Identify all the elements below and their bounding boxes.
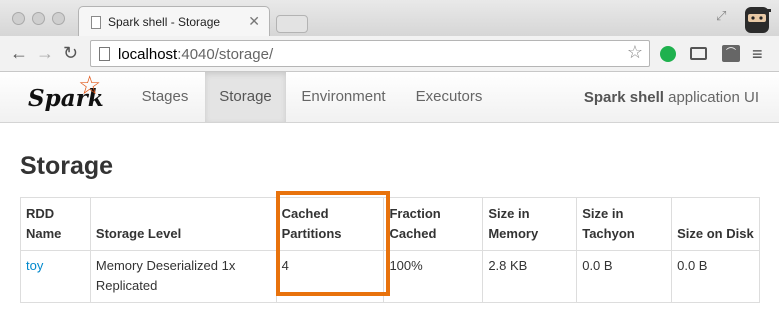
page-title: Storage bbox=[20, 152, 114, 180]
reload-icon[interactable]: ↻ bbox=[63, 44, 78, 62]
storage-level-cell: Memory Deserialized 1x Replicated bbox=[89, 250, 277, 303]
size-on-disk-cell: 0.0 B bbox=[671, 250, 760, 303]
rdd-name-cell: toy bbox=[20, 250, 91, 303]
column-header-storage-level[interactable]: Storage Level bbox=[89, 197, 277, 251]
close-icon[interactable]: ✕ bbox=[248, 13, 260, 30]
back-arrow-icon[interactable]: ← bbox=[10, 44, 28, 62]
browser-toolbar: ← → ↻ localhost:4040/storage/ ☆ ⌒ ≡ bbox=[0, 36, 779, 72]
url-text[interactable]: localhost:4040/storage/ bbox=[118, 46, 273, 63]
cast-icon[interactable] bbox=[690, 47, 707, 60]
extension-box-icon[interactable]: ⌒ bbox=[722, 45, 740, 62]
zoom-window-button[interactable] bbox=[52, 12, 65, 25]
browser-tab[interactable]: Spark shell - Storage ✕ bbox=[78, 6, 270, 37]
column-header-size-in-tachyon[interactable]: Size in Tachyon bbox=[576, 197, 673, 251]
tab-title: Spark shell - Storage bbox=[108, 15, 221, 29]
table-row: toy Memory Deserialized 1x Replicated 4 … bbox=[20, 250, 760, 303]
tab-storage[interactable]: Storage bbox=[205, 72, 286, 122]
spark-navbar: Spark ☆ Stages Storage Environment Execu… bbox=[0, 70, 779, 123]
column-header-size-in-memory[interactable]: Size in Memory bbox=[482, 197, 578, 251]
browser-titlebar: Spark shell - Storage ✕ ⤢ bbox=[0, 0, 779, 37]
profile-avatar-icon[interactable] bbox=[742, 3, 772, 35]
table-header-row: RDD Name Storage Level Cached Partitions… bbox=[20, 197, 760, 251]
tab-environment[interactable]: Environment bbox=[286, 72, 401, 122]
rdd-link[interactable]: toy bbox=[26, 258, 43, 273]
tab-executors[interactable]: Executors bbox=[401, 72, 497, 122]
forward-arrow-icon[interactable]: → bbox=[36, 44, 54, 62]
column-header-rdd-name[interactable]: RDD Name bbox=[20, 197, 91, 251]
storage-table: RDD Name Storage Level Cached Partitions… bbox=[20, 197, 760, 303]
bookmark-star-icon[interactable]: ☆ bbox=[627, 42, 643, 63]
fullscreen-icon[interactable]: ⤢ bbox=[716, 8, 726, 24]
menu-icon[interactable]: ≡ bbox=[752, 44, 763, 65]
address-bar[interactable]: localhost:4040/storage/ ☆ bbox=[90, 40, 650, 67]
fraction-cached-cell: 100% bbox=[383, 250, 484, 303]
extension-icon[interactable] bbox=[660, 46, 676, 62]
highlight-box bbox=[276, 191, 390, 296]
new-tab-button[interactable] bbox=[276, 15, 308, 33]
size-in-memory-cell: 2.8 KB bbox=[482, 250, 578, 303]
size-in-tachyon-cell: 0.0 B bbox=[576, 250, 673, 303]
minimize-window-button[interactable] bbox=[32, 12, 45, 25]
tab-stages[interactable]: Stages bbox=[125, 72, 205, 122]
close-window-button[interactable] bbox=[12, 12, 25, 25]
page-icon bbox=[99, 47, 110, 61]
spark-logo[interactable]: Spark ☆ bbox=[28, 70, 110, 120]
column-header-fraction-cached[interactable]: Fraction Cached bbox=[383, 197, 484, 251]
column-header-size-on-disk[interactable]: Size on Disk bbox=[671, 197, 760, 251]
application-title: Spark shell application UI bbox=[583, 89, 759, 106]
star-icon: ☆ bbox=[78, 70, 102, 100]
page-icon bbox=[91, 16, 101, 29]
